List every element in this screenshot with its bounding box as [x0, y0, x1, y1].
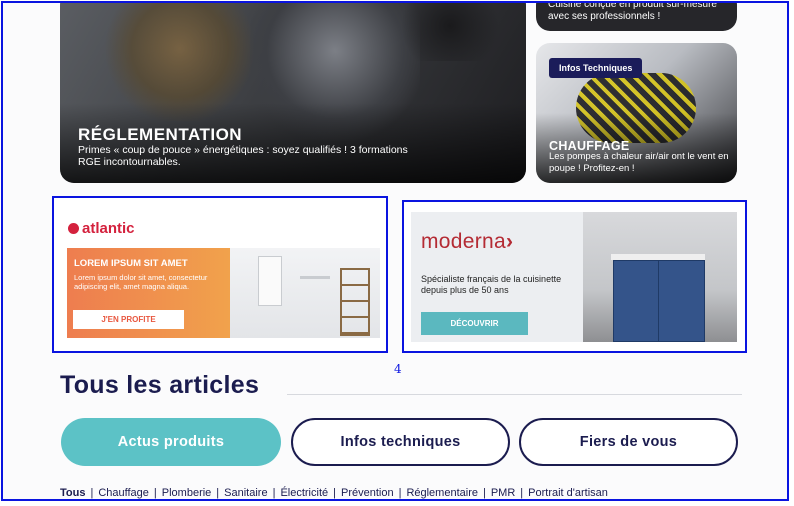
- filter-prevention[interactable]: Prévention: [341, 487, 394, 499]
- filter-tous[interactable]: Tous: [60, 487, 85, 499]
- kitchenette-cabinet: [613, 260, 705, 342]
- tab-fiers-de-vous[interactable]: Fiers de vous: [519, 418, 738, 466]
- filter-reglementaire[interactable]: Réglementaire: [406, 487, 478, 499]
- ad-text: Lorem ipsum dolor sit amet, consectetur …: [74, 273, 208, 291]
- moderna-logo: moderna›: [421, 230, 514, 253]
- category-badge: Infos Techniques: [549, 58, 643, 78]
- ad-panel: LOREM IPSUM SIT AMET Lorem ipsum dolor s…: [67, 248, 230, 338]
- filter-sanitaire[interactable]: Sanitaire: [224, 487, 267, 499]
- shelf: [340, 268, 370, 336]
- article-card-reglementation[interactable]: RÉGLEMENTATION Primes « coup de pouce » …: [60, 3, 526, 183]
- filter-chauffage[interactable]: Chauffage: [98, 487, 149, 499]
- card-description: Les pompes à chaleur air/air ont le vent…: [549, 151, 729, 174]
- ad-cta-button[interactable]: DÉCOUVRIR: [421, 312, 528, 335]
- filter-portrait-artisan[interactable]: Portrait d'artisan: [528, 487, 608, 499]
- ad-cta-button[interactable]: J'EN PROFITE: [73, 310, 184, 329]
- article-card-chauffage[interactable]: Infos Techniques CHAUFFAGE Les pompes à …: [536, 43, 737, 183]
- ad-product-image: [230, 248, 380, 338]
- filter-plomberie[interactable]: Plomberie: [162, 487, 212, 499]
- page-number-label: 4: [394, 362, 402, 376]
- article-card-kitchen[interactable]: Cuisine conçue en produit sur-mesure ave…: [536, 1, 737, 31]
- section-divider: [287, 394, 742, 395]
- card-description: Cuisine conçue en produit sur-mesure ave…: [548, 1, 717, 22]
- ad-heading: LOREM IPSUM SIT AMET: [74, 258, 188, 269]
- card-title: RÉGLEMENTATION: [78, 125, 243, 144]
- category-filter-bar: Tous | Chauffage | Plomberie | Sanitaire | Élect…: [60, 487, 608, 499]
- tab-actus-produits[interactable]: Actus produits: [61, 418, 281, 466]
- ad-product-image: [583, 212, 737, 342]
- section-title: Tous les articles: [60, 371, 260, 399]
- filter-pmr[interactable]: PMR: [491, 487, 515, 499]
- card-description: Primes « coup de pouce » énergétiques : …: [78, 144, 408, 168]
- ad-banner-atlantic[interactable]: atlantic LOREM IPSUM SIT AMET Lorem ipsu…: [52, 196, 388, 353]
- filter-electricite[interactable]: Électricité: [280, 487, 328, 499]
- ad-text: Spécialiste français de la cuisinette de…: [421, 274, 562, 295]
- page-frame: RÉGLEMENTATION Primes « coup de pouce » …: [1, 1, 789, 501]
- ad-banner-moderna[interactable]: moderna› Spécialiste français de la cuis…: [402, 200, 747, 353]
- atlantic-logo: atlantic: [68, 220, 135, 237]
- heat-pump-unit: [258, 256, 282, 306]
- ad-panel: moderna› Spécialiste français de la cuis…: [411, 212, 583, 342]
- tab-infos-techniques[interactable]: Infos techniques: [291, 418, 510, 466]
